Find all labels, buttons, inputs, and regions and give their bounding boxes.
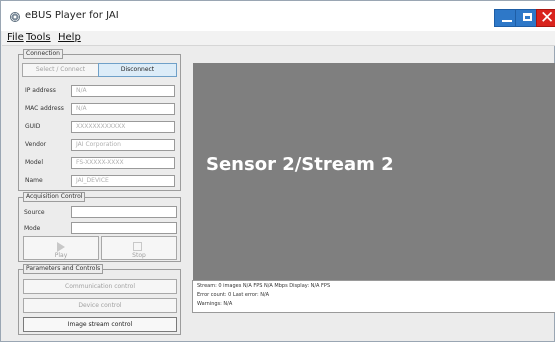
guid-field: XXXXXXXXXXXX bbox=[71, 121, 175, 133]
parameters-controls-group: Parameters and Controls Communication co… bbox=[18, 264, 181, 335]
sensor-stream-overlay: Sensor 2/Stream 2 bbox=[206, 154, 394, 175]
stop-button[interactable]: Stop bbox=[101, 236, 177, 260]
mac-address-label: MAC address bbox=[25, 105, 64, 112]
video-display[interactable]: Sensor 2/Stream 2 bbox=[193, 63, 555, 282]
mode-select[interactable] bbox=[71, 222, 177, 234]
menu-help[interactable]: Help bbox=[58, 32, 81, 43]
menu-bar: File Tools Help bbox=[2, 31, 555, 46]
status-warnings-line: Warnings: N/A bbox=[197, 301, 233, 307]
window-title: eBUS Player for JAI bbox=[25, 10, 119, 21]
model-field: FS-XXXXX-XXXX bbox=[71, 157, 175, 169]
name-field: JAI_DEVICE bbox=[71, 175, 175, 187]
disconnect-button[interactable]: Disconnect bbox=[98, 63, 177, 77]
connection-group: Connection Select / Connect Disconnect I… bbox=[18, 49, 181, 191]
ebus-app-icon bbox=[10, 12, 20, 22]
app-window: eBUS Player for JAI ✕ File Tools Help Co… bbox=[0, 0, 555, 342]
close-icon: ✕ bbox=[540, 8, 555, 28]
play-button[interactable]: Play bbox=[23, 236, 99, 260]
ip-address-field: N/A bbox=[71, 85, 175, 97]
select-connect-button[interactable]: Select / Connect bbox=[22, 63, 99, 77]
device-control-button[interactable]: Device control bbox=[23, 298, 177, 313]
parameters-legend: Parameters and Controls bbox=[23, 264, 104, 274]
status-panel: Stream: 0 images N/A FPS N/A Mbps Displa… bbox=[192, 280, 555, 313]
status-stream-line: Stream: 0 images N/A FPS N/A Mbps Displa… bbox=[197, 283, 331, 289]
menu-tools[interactable]: Tools bbox=[26, 32, 51, 43]
connection-legend: Connection bbox=[23, 49, 63, 59]
stop-label: Stop bbox=[132, 252, 146, 259]
play-icon bbox=[57, 242, 65, 252]
acquisition-legend: Acquisition Control bbox=[23, 192, 86, 202]
name-label: Name bbox=[25, 177, 43, 184]
ip-address-label: IP address bbox=[25, 87, 56, 94]
image-stream-control-button[interactable]: Image stream control bbox=[23, 317, 177, 332]
title-bar: eBUS Player for JAI ✕ bbox=[1, 1, 555, 31]
communication-control-button[interactable]: Communication control bbox=[23, 279, 177, 294]
mode-label: Mode bbox=[24, 225, 41, 232]
guid-label: GUID bbox=[25, 123, 41, 130]
vendor-field: JAI Corporation bbox=[71, 139, 175, 151]
vendor-label: Vendor bbox=[25, 141, 47, 148]
stop-icon bbox=[133, 242, 142, 251]
source-label: Source bbox=[24, 209, 45, 216]
acquisition-control-group: Acquisition Control Source Mode Play Sto… bbox=[18, 192, 181, 262]
mac-address-field: N/A bbox=[71, 103, 175, 115]
source-select[interactable] bbox=[71, 206, 177, 218]
status-error-line: Error count: 0 Last error: N/A bbox=[197, 292, 270, 298]
close-button[interactable]: ✕ bbox=[536, 8, 555, 28]
menu-file[interactable]: File bbox=[7, 32, 24, 43]
model-label: Model bbox=[25, 159, 44, 166]
play-label: Play bbox=[54, 252, 68, 259]
